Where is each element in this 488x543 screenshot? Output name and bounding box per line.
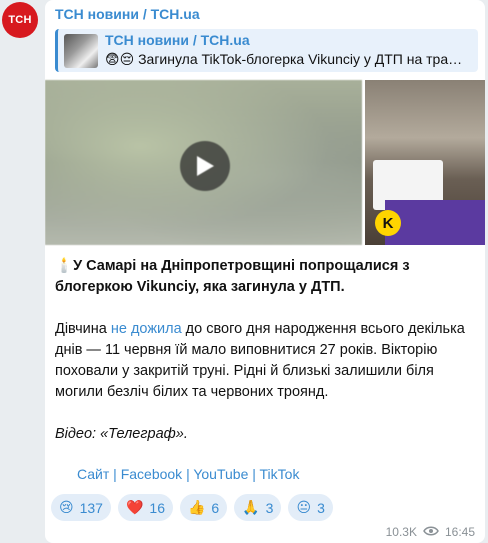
crying-emoji-icon: 😢 — [59, 499, 74, 515]
forwarded-title: ТСН новини / TCH.ua — [105, 32, 250, 48]
reaction-crying[interactable]: 😢 137 — [51, 494, 111, 521]
reaction-count: 6 — [211, 499, 220, 516]
lead-paragraph: 🕯️У Самарі на Дніпропетровщині попрощали… — [55, 256, 475, 298]
reaction-count: 3 — [265, 499, 274, 516]
play-icon[interactable] — [180, 141, 230, 191]
inline-link[interactable]: не дожила — [111, 321, 182, 337]
thumbs-up-emoji-icon: 👍 — [187, 499, 206, 515]
avatar-text: ТСН — [8, 14, 32, 26]
neutral-face-emoji-icon: 😐 — [296, 499, 312, 515]
heart-emoji-icon: ❤️ — [125, 499, 144, 515]
paragraph-start: Дівчина — [55, 321, 111, 337]
message-time: 16:45 — [444, 525, 475, 539]
message-meta: 10.3K 16:45 — [386, 525, 475, 539]
forwarded-preview[interactable]: ТСН новини / TCH.ua 😨😔 Загинула TikTok-б… — [55, 29, 478, 72]
channel-avatar[interactable]: ТСН — [2, 2, 38, 38]
reaction-heart[interactable]: ❤️ 16 — [117, 494, 173, 521]
video-credit-text: Відео: «Телеграф». — [55, 426, 188, 442]
reaction-count: 3 — [317, 499, 325, 516]
eye-icon — [423, 525, 439, 539]
reaction-thumbs-up[interactable]: 👍 6 — [179, 494, 228, 521]
views-count: 10.3K — [385, 525, 417, 539]
forwarded-text: 😨😔 Загинула TikTok-блогерка Vikunciy у Д… — [105, 51, 463, 67]
reactions-bar: 😢 137 ❤️ 16 👍 6 🙏 3 😐 3 — [51, 494, 333, 521]
message-bubble: ТСН новини / TCH.ua ТСН новини / TCH.ua … — [45, 0, 485, 543]
video-credit: Відео: «Телеграф». — [55, 424, 475, 445]
reaction-count: 137 — [79, 499, 103, 516]
reaction-neutral[interactable]: 😐 3 — [288, 494, 333, 521]
footer-links[interactable]: Сайт | Facebook | YouTube | TikTok — [77, 466, 299, 482]
body-paragraph: Дівчина не дожила до свого дня народженн… — [55, 319, 475, 403]
forwarded-thumbnail — [64, 34, 98, 68]
reaction-count: 16 — [149, 499, 165, 516]
pray-emoji-icon: 🙏 — [242, 499, 260, 515]
post-text: 🕯️У Самарі на Дніпропетровщині попрощали… — [55, 256, 475, 466]
reaction-pray[interactable]: 🙏 3 — [234, 494, 282, 521]
lead-bold-text: У Самарі на Дніпропетровщині попрощалися… — [55, 258, 410, 295]
candle-emoji: 🕯️ — [55, 258, 74, 274]
kanal-logo-badge: K — [375, 210, 401, 236]
photo-thumbnail[interactable]: K — [365, 80, 485, 245]
video-thumbnail[interactable] — [45, 80, 362, 245]
channel-name[interactable]: ТСН новини / TCH.ua — [55, 6, 200, 22]
